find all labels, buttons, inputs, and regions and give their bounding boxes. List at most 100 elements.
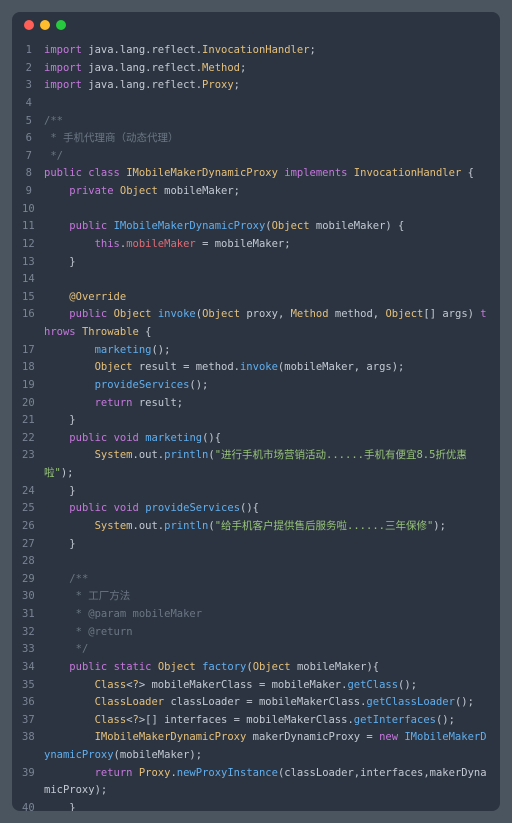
line-content: Class<?>[] interfaces = mobileMakerClass…	[44, 712, 490, 730]
line-number: 6	[22, 130, 44, 148]
code-line: 17 marketing();	[22, 342, 490, 360]
line-content: IMobileMakerDynamicProxy makerDynamicPro…	[44, 729, 490, 764]
maximize-icon[interactable]	[56, 20, 66, 30]
code-line: 21 }	[22, 412, 490, 430]
code-line: 10	[22, 201, 490, 219]
line-number: 11	[22, 218, 44, 236]
line-number: 37	[22, 712, 44, 730]
code-line: 3import java.lang.reflect.Proxy;	[22, 77, 490, 95]
code-line: 2import java.lang.reflect.Method;	[22, 60, 490, 78]
code-line: 34 public static Object factory(Object m…	[22, 659, 490, 677]
line-content: public Object invoke(Object proxy, Metho…	[44, 306, 490, 341]
line-number: 31	[22, 606, 44, 624]
code-line: 35 Class<?> mobileMakerClass = mobileMak…	[22, 677, 490, 695]
code-line: 12 this.mobileMaker = mobileMaker;	[22, 236, 490, 254]
code-line: 11 public IMobileMakerDynamicProxy(Objec…	[22, 218, 490, 236]
line-content: * 工厂方法	[44, 588, 490, 606]
line-content: import java.lang.reflect.Method;	[44, 60, 490, 78]
code-line: 30 * 工厂方法	[22, 588, 490, 606]
line-number: 32	[22, 624, 44, 642]
code-line: 8public class IMobileMakerDynamicProxy i…	[22, 165, 490, 183]
line-content: import java.lang.reflect.Proxy;	[44, 77, 490, 95]
line-number: 22	[22, 430, 44, 448]
line-number: 25	[22, 500, 44, 518]
code-line: 25 public void provideServices(){	[22, 500, 490, 518]
line-content	[44, 201, 490, 219]
line-number: 38	[22, 729, 44, 764]
line-number: 35	[22, 677, 44, 695]
line-content: return result;	[44, 395, 490, 413]
line-number: 16	[22, 306, 44, 341]
line-number: 28	[22, 553, 44, 571]
line-content: provideServices();	[44, 377, 490, 395]
code-line: 19 provideServices();	[22, 377, 490, 395]
line-content: System.out.println("给手机客户提供售后服务啦......三年…	[44, 518, 490, 536]
code-line: 32 * @return	[22, 624, 490, 642]
line-number: 20	[22, 395, 44, 413]
code-line: 24 }	[22, 483, 490, 501]
line-number: 34	[22, 659, 44, 677]
line-number: 30	[22, 588, 44, 606]
line-content: Object result = method.invoke(mobileMake…	[44, 359, 490, 377]
line-number: 9	[22, 183, 44, 201]
line-content: }	[44, 254, 490, 272]
line-content: this.mobileMaker = mobileMaker;	[44, 236, 490, 254]
code-line: 27 }	[22, 536, 490, 554]
code-line: 14	[22, 271, 490, 289]
line-number: 29	[22, 571, 44, 589]
line-number: 19	[22, 377, 44, 395]
minimize-icon[interactable]	[40, 20, 50, 30]
line-content: ClassLoader classLoader = mobileMakerCla…	[44, 694, 490, 712]
code-line: 9 private Object mobileMaker;	[22, 183, 490, 201]
code-line: 23 System.out.println("进行手机市场营销活动......手…	[22, 447, 490, 482]
code-line: 7 */	[22, 148, 490, 166]
line-content: public static Object factory(Object mobi…	[44, 659, 490, 677]
line-content: return Proxy.newProxyInstance(classLoade…	[44, 765, 490, 800]
line-content: /**	[44, 571, 490, 589]
line-number: 10	[22, 201, 44, 219]
line-content: import java.lang.reflect.InvocationHandl…	[44, 42, 490, 60]
line-content: }	[44, 800, 490, 811]
close-icon[interactable]	[24, 20, 34, 30]
line-content: Class<?> mobileMakerClass = mobileMaker.…	[44, 677, 490, 695]
line-content: */	[44, 641, 490, 659]
code-line: 33 */	[22, 641, 490, 659]
line-number: 8	[22, 165, 44, 183]
line-content: public class IMobileMakerDynamicProxy im…	[44, 165, 490, 183]
line-number: 27	[22, 536, 44, 554]
code-line: 4	[22, 95, 490, 113]
code-line: 36 ClassLoader classLoader = mobileMaker…	[22, 694, 490, 712]
line-number: 36	[22, 694, 44, 712]
line-content: public void marketing(){	[44, 430, 490, 448]
line-content	[44, 271, 490, 289]
code-line: 15 @Override	[22, 289, 490, 307]
line-number: 3	[22, 77, 44, 95]
line-number: 12	[22, 236, 44, 254]
line-number: 40	[22, 800, 44, 811]
code-line: 6 * 手机代理商（动态代理）	[22, 130, 490, 148]
code-line: 5/**	[22, 113, 490, 131]
line-number: 24	[22, 483, 44, 501]
line-content: * 手机代理商（动态代理）	[44, 130, 490, 148]
code-editor[interactable]: 1import java.lang.reflect.InvocationHand…	[12, 38, 500, 811]
line-number: 23	[22, 447, 44, 482]
line-content: /**	[44, 113, 490, 131]
line-content: }	[44, 412, 490, 430]
code-line: 29 /**	[22, 571, 490, 589]
line-content: public IMobileMakerDynamicProxy(Object m…	[44, 218, 490, 236]
line-number: 4	[22, 95, 44, 113]
line-number: 39	[22, 765, 44, 800]
line-number: 26	[22, 518, 44, 536]
editor-window: 1import java.lang.reflect.InvocationHand…	[12, 12, 500, 811]
line-content: System.out.println("进行手机市场营销活动......手机有便…	[44, 447, 490, 482]
line-content: private Object mobileMaker;	[44, 183, 490, 201]
line-content: }	[44, 483, 490, 501]
line-content	[44, 95, 490, 113]
line-number: 7	[22, 148, 44, 166]
code-line: 20 return result;	[22, 395, 490, 413]
code-line: 40 }	[22, 800, 490, 811]
code-line: 16 public Object invoke(Object proxy, Me…	[22, 306, 490, 341]
line-content: marketing();	[44, 342, 490, 360]
line-number: 33	[22, 641, 44, 659]
line-number: 13	[22, 254, 44, 272]
